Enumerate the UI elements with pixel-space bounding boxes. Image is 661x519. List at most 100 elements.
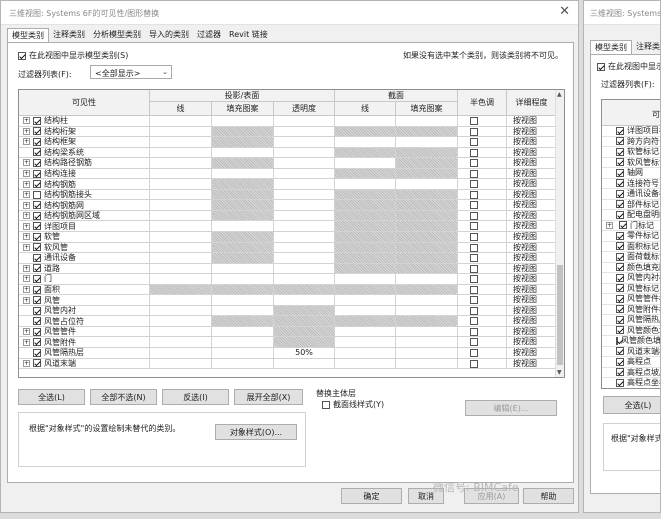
- override-cell-cl[interactable]: [335, 358, 396, 370]
- detail-level-cell[interactable]: 按视图: [507, 284, 557, 296]
- override-cell-cp[interactable]: [396, 116, 458, 127]
- category-visibility-checkbox[interactable]: [33, 359, 41, 368]
- category-row[interactable]: + 门按视图: [19, 274, 557, 285]
- object-styles-button[interactable]: 对象样式(O)...: [215, 424, 297, 440]
- expand-icon[interactable]: +: [23, 275, 30, 283]
- category-visibility-checkbox[interactable]: [33, 116, 41, 125]
- halftone-checkbox[interactable]: [470, 127, 478, 136]
- detail-level-cell[interactable]: 按视图: [507, 189, 557, 201]
- category-visibility-checkbox[interactable]: [33, 137, 41, 146]
- override-cell-cl[interactable]: [335, 116, 396, 127]
- override-cell-pt[interactable]: [274, 295, 335, 306]
- override-cell-pp[interactable]: [212, 305, 274, 317]
- category-row[interactable]: + 详图项目 按视图: [19, 221, 557, 233]
- expand-icon[interactable]: +: [23, 127, 30, 135]
- expand-icon[interactable]: +: [23, 338, 30, 346]
- override-cell-cl[interactable]: [335, 274, 396, 285]
- override-cell-cl[interactable]: [335, 337, 396, 349]
- override-cell-pl[interactable]: [150, 305, 212, 317]
- detail-level-cell[interactable]: 按视图: [507, 232, 557, 243]
- category-row[interactable]: + 结构钢筋接头 按视图: [19, 189, 557, 201]
- halftone-checkbox[interactable]: [470, 317, 478, 326]
- override-cell-pp[interactable]: [212, 358, 274, 370]
- expand-all-button[interactable]: 展开全部(X): [234, 389, 303, 405]
- edge-style-option[interactable]: 截面线样式(Y): [322, 399, 384, 410]
- background-category-checkbox[interactable]: [616, 231, 624, 240]
- expand-icon[interactable]: +: [23, 170, 30, 177]
- expand-icon[interactable]: +: [23, 201, 30, 209]
- override-cell-cp[interactable]: [396, 326, 458, 338]
- background-category-checkbox[interactable]: [616, 284, 624, 293]
- category-visibility-checkbox[interactable]: [33, 169, 41, 178]
- category-visibility-checkbox[interactable]: [33, 317, 41, 326]
- category-visibility-checkbox[interactable]: [33, 285, 41, 294]
- background-category-checkbox[interactable]: [616, 336, 618, 345]
- override-cell-cp[interactable]: [396, 348, 458, 359]
- grid-scrollbar[interactable]: ▲ ▼: [555, 90, 564, 377]
- override-cell-pt[interactable]: [274, 137, 335, 148]
- background-category-checkbox[interactable]: [619, 221, 627, 230]
- background-category-checkbox[interactable]: [616, 242, 624, 251]
- expand-icon[interactable]: +: [23, 328, 30, 336]
- category-visibility-checkbox[interactable]: [33, 180, 41, 189]
- detail-level-cell[interactable]: 按视图: [507, 326, 557, 338]
- background-category-checkbox[interactable]: [616, 210, 624, 219]
- tab-5[interactable]: Revit 链接: [225, 28, 272, 42]
- override-cell-cl[interactable]: [335, 137, 396, 148]
- background-category-checkbox[interactable]: [616, 378, 624, 387]
- detail-level-cell[interactable]: 按视图: [507, 126, 557, 138]
- category-visibility-checkbox[interactable]: [33, 264, 41, 273]
- override-cell-pl[interactable]: [150, 358, 212, 370]
- detail-level-cell[interactable]: 按视图: [507, 316, 557, 327]
- halftone-checkbox[interactable]: [470, 233, 478, 242]
- override-cell-pt[interactable]: [274, 126, 335, 138]
- category-visibility-checkbox[interactable]: [33, 274, 41, 283]
- override-cell-pp[interactable]: [212, 337, 274, 349]
- category-row[interactable]: + 结构路径钢筋 按视图: [19, 158, 557, 169]
- override-cell-cl[interactable]: [335, 326, 396, 338]
- detail-level-cell[interactable]: 按视图: [507, 200, 557, 211]
- override-cell-pl[interactable]: [150, 221, 212, 233]
- category-row[interactable]: + 风管附件 按视图: [19, 337, 557, 349]
- background-category-checkbox[interactable]: [616, 315, 624, 324]
- background-show-option[interactable]: 在此视图中显示: [597, 61, 660, 72]
- override-cell-pt[interactable]: [274, 274, 335, 285]
- override-cell-cp[interactable]: [396, 305, 458, 317]
- category-visibility-checkbox[interactable]: [33, 211, 41, 220]
- override-cell-pl[interactable]: [150, 210, 212, 222]
- override-cell-pp[interactable]: [212, 263, 274, 275]
- background-category-checkbox[interactable]: [616, 126, 624, 135]
- override-cell-pt[interactable]: [274, 200, 335, 211]
- override-cell-pt[interactable]: [274, 358, 335, 370]
- background-category-checkbox[interactable]: [616, 357, 624, 366]
- halftone-checkbox[interactable]: [470, 180, 478, 189]
- detail-level-cell[interactable]: 按视图: [507, 158, 557, 169]
- category-row[interactable]: + 结构连接 按视图: [19, 168, 557, 180]
- override-cell-pt[interactable]: [274, 210, 335, 222]
- filter-list-select[interactable]: <全部显示> ⌄: [90, 65, 172, 79]
- override-cell-pl[interactable]: [150, 348, 212, 359]
- expand-icon[interactable]: +: [23, 159, 30, 167]
- override-cell-cp[interactable]: [396, 337, 458, 349]
- halftone-checkbox[interactable]: [470, 190, 478, 199]
- category-row[interactable]: + 风管管件 按视图: [19, 326, 557, 338]
- detail-level-cell[interactable]: 按视图: [507, 210, 557, 222]
- category-row[interactable]: + 道路 按视图: [19, 263, 557, 275]
- background-tab-1[interactable]: 注释类别: [632, 40, 660, 54]
- edge-style-checkbox[interactable]: [322, 400, 330, 409]
- expand-icon[interactable]: +: [23, 264, 30, 272]
- override-cell-pp[interactable]: [212, 274, 274, 285]
- override-cell-pl[interactable]: [150, 232, 212, 243]
- category-visibility-checkbox[interactable]: [33, 296, 41, 305]
- detail-level-cell[interactable]: 按视图: [507, 348, 557, 359]
- detail-level-cell[interactable]: 按视图: [507, 137, 557, 148]
- expand-icon[interactable]: +: [23, 212, 30, 220]
- halftone-checkbox[interactable]: [470, 148, 478, 157]
- detail-level-cell[interactable]: 按视图: [507, 179, 557, 190]
- tab-4[interactable]: 过滤器: [193, 28, 225, 42]
- override-cell-pl[interactable]: [150, 200, 212, 211]
- background-category-checkbox[interactable]: [616, 189, 624, 198]
- category-row[interactable]: + 风管 按视图: [19, 295, 557, 306]
- select-all-button[interactable]: 全选(L): [18, 389, 85, 405]
- override-cell-pl[interactable]: [150, 242, 212, 254]
